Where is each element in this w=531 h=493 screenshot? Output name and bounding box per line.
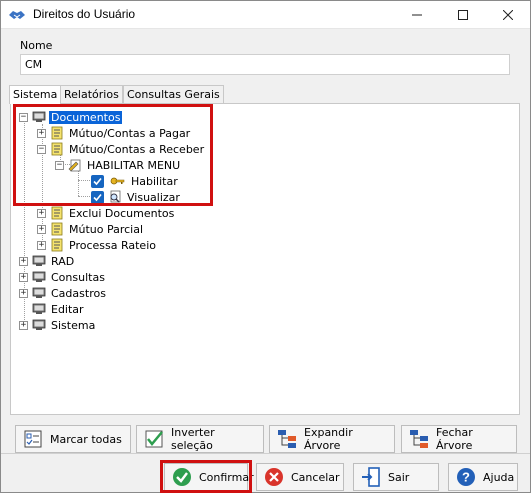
highlight-annotation — [160, 460, 252, 493]
name-label: Nome — [20, 39, 53, 52]
expand-tree-button[interactable]: Expandir Árvore — [269, 425, 395, 453]
close-icon — [503, 10, 513, 20]
tree-item-label: Consultas — [51, 270, 105, 284]
invert-selection-button[interactable]: Inverter seleção — [136, 425, 264, 453]
computer-icon — [32, 255, 46, 266]
computer-icon — [32, 271, 46, 282]
name-input[interactable]: CM — [20, 54, 510, 75]
mark-all-label: Marcar todas — [50, 432, 122, 446]
tree-item-sistema[interactable]: + Sistema — [19, 317, 97, 333]
tree-item-label: Processa Rateio — [69, 238, 156, 252]
tree-item-label: Mútuo Parcial — [69, 222, 144, 236]
computer-icon — [32, 303, 46, 314]
computer-icon — [32, 319, 46, 330]
cancel-circle-icon — [265, 468, 283, 486]
help-icon: ? — [457, 468, 475, 486]
minimize-button[interactable] — [394, 1, 440, 29]
tree-item-label: RAD — [51, 254, 75, 268]
close-button[interactable] — [485, 1, 531, 29]
tree-item-label: Exclui Documentos — [69, 206, 175, 220]
tab-consultas-gerais[interactable]: Consultas Gerais — [123, 85, 224, 103]
mark-all-button[interactable]: Marcar todas — [15, 425, 131, 453]
expand-toggle[interactable]: + — [19, 272, 28, 282]
exit-door-icon — [362, 467, 380, 487]
tree-item-mutuo-parcial[interactable]: + Mútuo Parcial — [37, 221, 145, 237]
document-icon — [51, 238, 63, 252]
checkbox-check-icon — [145, 430, 163, 448]
exit-label: Sair — [388, 470, 410, 484]
invert-selection-label: Inverter seleção — [171, 426, 215, 452]
maximize-button[interactable] — [440, 1, 486, 29]
checklist-icon — [24, 430, 42, 448]
expand-toggle[interactable]: + — [37, 224, 46, 234]
tree-item-editar[interactable]: Editar — [32, 301, 86, 317]
tree-item-processa-rateio[interactable]: + Processa Rateio — [37, 237, 158, 253]
expand-toggle[interactable]: + — [19, 256, 28, 266]
computer-icon — [32, 287, 46, 298]
expand-toggle[interactable]: + — [19, 288, 28, 298]
svg-text:?: ? — [462, 470, 470, 485]
window-title: Direitos do Usuário — [33, 7, 136, 21]
maximize-icon — [458, 10, 468, 20]
tree-item-exclui-documentos[interactable]: + Exclui Documentos — [37, 205, 176, 221]
highlight-annotation — [13, 104, 213, 206]
tree-collapse-icon — [410, 430, 428, 448]
handshake-icon — [9, 11, 25, 19]
tree-item-label: Sistema — [51, 318, 96, 332]
title-bar: Direitos do Usuário — [1, 1, 530, 29]
collapse-tree-button[interactable]: Fechar Árvore — [401, 425, 517, 453]
tree-item-label: Cadastros — [51, 286, 106, 300]
tree-expand-icon — [278, 430, 296, 448]
expand-toggle[interactable]: + — [37, 208, 46, 218]
dialog-window: Direitos do Usuário Nome CM Sistema Rela… — [0, 0, 531, 493]
expand-tree-label: Expandir Árvore — [304, 426, 353, 452]
help-button[interactable]: ? Ajuda — [448, 463, 518, 491]
expand-toggle[interactable]: + — [19, 320, 28, 330]
collapse-tree-label: Fechar Árvore — [436, 426, 473, 452]
expand-toggle[interactable]: + — [37, 240, 46, 250]
tree-item-rad[interactable]: + RAD — [19, 253, 76, 269]
cancel-button[interactable]: Cancelar — [256, 463, 344, 491]
document-icon — [51, 222, 63, 236]
tree-item-label: Editar — [51, 302, 84, 316]
tree-item-cadastros[interactable]: + Cadastros — [19, 285, 108, 301]
tab-relatorios[interactable]: Relatórios — [60, 85, 123, 103]
tab-sistema[interactable]: Sistema — [9, 85, 62, 104]
document-icon — [51, 206, 63, 220]
footer-divider — [1, 453, 530, 454]
tree-item-consultas[interactable]: + Consultas — [19, 269, 107, 285]
cancel-label: Cancelar — [291, 470, 340, 484]
exit-button[interactable]: Sair — [353, 463, 439, 491]
help-label: Ajuda — [483, 470, 515, 484]
minimize-icon — [412, 14, 422, 16]
permissions-tree[interactable]: − Documentos + Mútuo/Contas a Pagar − Mú… — [10, 103, 520, 415]
